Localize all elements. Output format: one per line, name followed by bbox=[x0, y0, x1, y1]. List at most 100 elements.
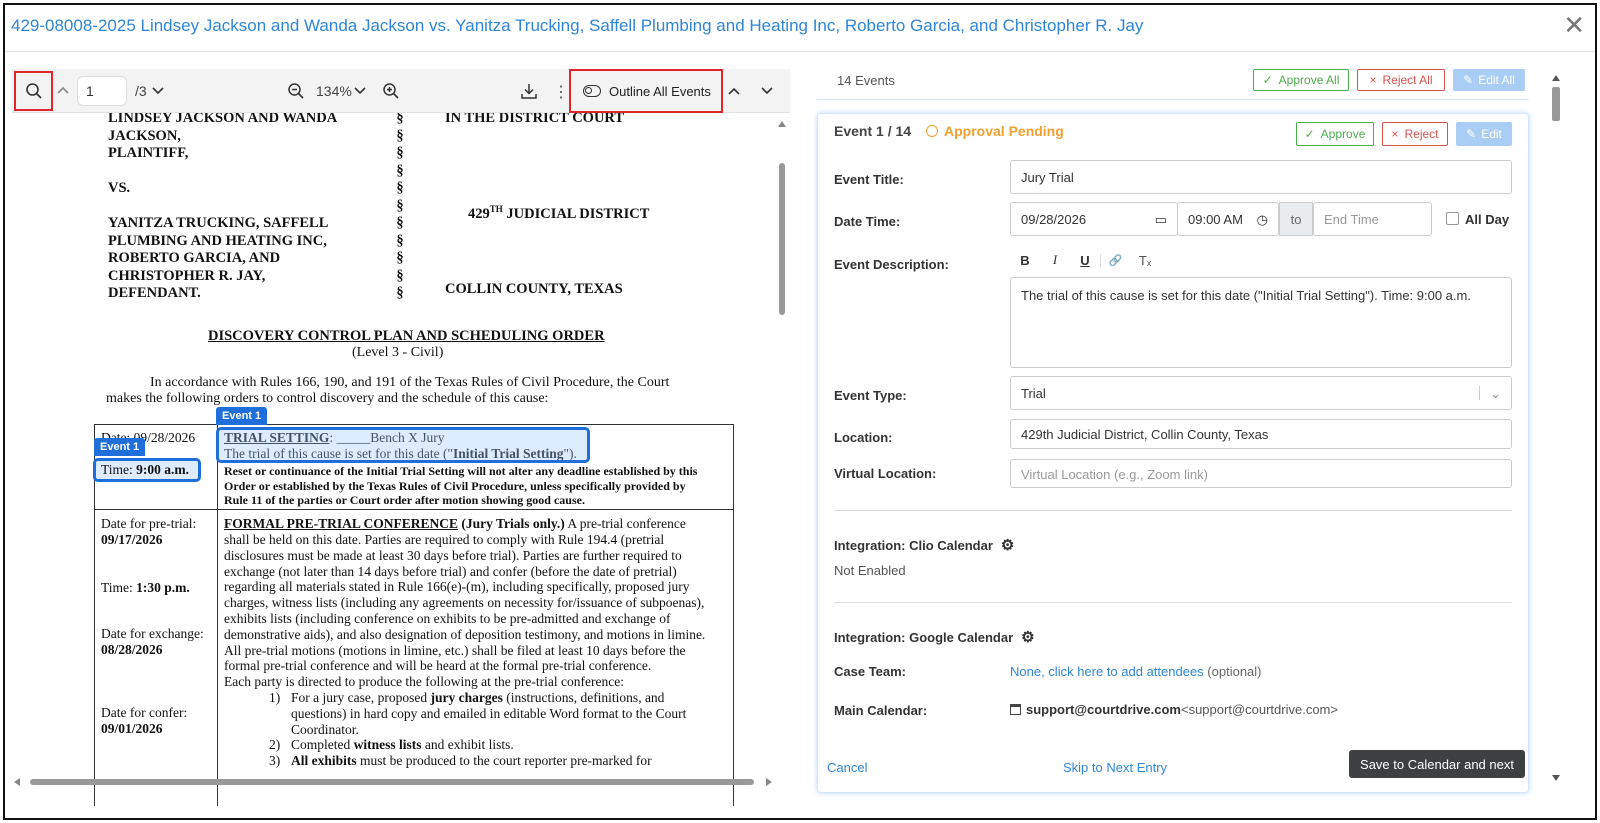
to-label: to bbox=[1279, 202, 1313, 236]
next-event-icon[interactable] bbox=[760, 84, 774, 103]
trial-time: Time: 9:00 a.m. bbox=[101, 462, 190, 477]
previous-event-icon[interactable] bbox=[727, 84, 741, 103]
all-day-label: All Day bbox=[1465, 212, 1510, 227]
outline-all-events-toggle[interactable]: Outline All Events bbox=[569, 69, 723, 113]
chevron-down-icon[interactable] bbox=[151, 84, 165, 103]
search-icon[interactable] bbox=[14, 71, 53, 111]
underline-icon[interactable]: U bbox=[1070, 253, 1100, 268]
event-type-label: Event Type: bbox=[834, 388, 907, 403]
case-team-label: Case Team: bbox=[834, 664, 907, 679]
pretrial-line: shall be held on this date. Parties are … bbox=[224, 532, 665, 547]
calendar-icon bbox=[1010, 704, 1021, 715]
pdf-page: LINDSEY JACKSON AND WANDA JACKSON, PLAINTI… bbox=[12, 113, 774, 806]
gear-icon[interactable]: ⚙ bbox=[1001, 536, 1014, 554]
pdf-horizontal-scrollbar[interactable] bbox=[12, 775, 774, 789]
list-text: questions) in hard copy and emailed in e… bbox=[291, 705, 687, 721]
chevron-up-icon[interactable] bbox=[56, 83, 70, 102]
divider bbox=[834, 602, 1512, 603]
event-1-tag: Event 1 bbox=[216, 407, 268, 425]
main-calendar-value: support@courtdrive.com <support@courtdri… bbox=[1010, 702, 1338, 717]
case-team-value: None, click here to add attendees (optio… bbox=[1010, 664, 1262, 679]
list-number: 1) bbox=[269, 690, 281, 705]
all-day-checkbox[interactable] bbox=[1446, 212, 1459, 225]
case-title: 429-08008-2025 Lindsey Jackson and Wanda… bbox=[11, 16, 1144, 35]
intro-line-1: In accordance with Rules 166, 190, and 1… bbox=[150, 375, 670, 390]
reset-continuance-text: Reset or continuance of the Initial Tria… bbox=[224, 464, 697, 508]
section-symbol: § bbox=[396, 232, 404, 249]
pdf-viewer: 1 /3 134% ⋮ Outline All Events LINDSEY J… bbox=[12, 69, 790, 817]
gear-icon[interactable]: ⚙ bbox=[1021, 628, 1034, 646]
chevron-down-icon[interactable] bbox=[353, 84, 367, 103]
event-1-highlight-description[interactable] bbox=[216, 427, 590, 463]
x-icon: × bbox=[1391, 127, 1399, 141]
pencil-icon: ✎ bbox=[1466, 127, 1477, 141]
table-right-border bbox=[733, 424, 734, 806]
more-vertical-icon[interactable]: ⋮ bbox=[553, 82, 569, 102]
date-input[interactable]: 09/28/2026 ▭ bbox=[1010, 202, 1178, 236]
cancel-link[interactable]: Cancel bbox=[827, 760, 867, 775]
clock-icon: ◷ bbox=[1256, 212, 1268, 227]
edit-button[interactable]: ✎ Edit bbox=[1456, 122, 1512, 146]
bold-icon[interactable]: B bbox=[1010, 253, 1040, 268]
page-number-input[interactable]: 1 bbox=[77, 76, 127, 106]
table-row-divider bbox=[94, 509, 734, 510]
pretrial-line: exhibits lists (including conference on … bbox=[224, 610, 671, 626]
event-type-select[interactable]: Trial ⌄ bbox=[1010, 376, 1512, 410]
approve-button[interactable]: ✓ Approve bbox=[1296, 122, 1374, 146]
toggle-icon bbox=[583, 85, 601, 97]
edit-all-button[interactable]: ✎ Edit All bbox=[1453, 69, 1525, 91]
reset-line: Reset or continuance of the Initial Tria… bbox=[224, 464, 698, 478]
reset-line: Order or established by the Texas Rules … bbox=[224, 478, 686, 493]
caption-line: JACKSON, bbox=[108, 127, 181, 144]
time-input[interactable]: 09:00 AM ◷ bbox=[1177, 202, 1279, 236]
events-count: 14 Events bbox=[837, 73, 895, 88]
event-review-modal: 429-08008-2025 Lindsey Jackson and Wanda… bbox=[3, 3, 1597, 820]
skip-to-next-entry-link[interactable]: Skip to Next Entry bbox=[1063, 760, 1167, 775]
italic-icon[interactable]: I bbox=[1040, 252, 1070, 268]
close-icon[interactable]: ✕ bbox=[1563, 12, 1585, 38]
clio-status: Not Enabled bbox=[834, 563, 906, 578]
section-symbol: § bbox=[396, 127, 404, 144]
section-symbol: § bbox=[396, 285, 404, 301]
pdf-vertical-scrollbar[interactable] bbox=[774, 113, 790, 779]
event-title-input[interactable]: Jury Trial bbox=[1010, 160, 1512, 194]
caption-line: ROBERTO GARCIA, AND bbox=[108, 250, 281, 266]
section-symbol: § bbox=[396, 215, 404, 231]
panel-footer: Cancel Skip to Next Entry Save to Calend… bbox=[795, 743, 1565, 797]
table-top-border bbox=[94, 424, 734, 425]
main-calendar-label: Main Calendar: bbox=[834, 703, 928, 718]
virtual-location-input[interactable]: Virtual Location (e.g., Zoom link) bbox=[1010, 459, 1512, 488]
download-icon[interactable] bbox=[520, 82, 538, 105]
case-caption-parties: LINDSEY JACKSON AND WANDA JACKSON, PLAINTI… bbox=[108, 113, 337, 303]
check-icon: ✓ bbox=[1262, 73, 1273, 87]
date-time-label: Date Time: bbox=[834, 214, 901, 229]
panel-vertical-scrollbar[interactable] bbox=[1549, 71, 1563, 787]
reject-all-button[interactable]: × Reject All bbox=[1357, 69, 1445, 91]
pdf-toolbar: 1 /3 134% ⋮ Outline All Events bbox=[12, 69, 790, 113]
zoom-out-icon[interactable] bbox=[287, 82, 305, 105]
location-input[interactable]: 429th Judicial District, Collin County, … bbox=[1010, 419, 1512, 449]
x-icon: × bbox=[1369, 73, 1377, 87]
end-time-input[interactable]: End Time bbox=[1313, 202, 1432, 236]
clear-format-icon[interactable]: Tₓ bbox=[1130, 253, 1160, 268]
caption-line: VS. bbox=[108, 180, 131, 196]
intro-line-2: makes the following orders to control di… bbox=[106, 391, 549, 406]
pretrial-time: Time: 1:30 p.m. bbox=[101, 580, 190, 595]
pretrial-date: Date for pre-trial: 09/17/2026 bbox=[101, 516, 197, 547]
calendar-icon: ▭ bbox=[1154, 212, 1167, 227]
list-text: For a jury case, proposed jury charges (… bbox=[291, 690, 665, 705]
table-column-divider bbox=[217, 424, 218, 806]
list-number: 3) bbox=[269, 753, 281, 769]
caption-line bbox=[108, 198, 337, 216]
event-description-textarea[interactable]: The trial of this cause is set for this … bbox=[1010, 277, 1512, 368]
chevron-down-icon: ⌄ bbox=[1479, 386, 1501, 401]
zoom-in-icon[interactable] bbox=[382, 82, 400, 105]
pretrial-line: charges, witness lists (including any ag… bbox=[224, 595, 705, 611]
divider bbox=[834, 510, 1512, 511]
zoom-level[interactable]: 134% bbox=[316, 83, 352, 99]
link-icon[interactable]: 🔗 bbox=[1100, 253, 1130, 267]
approve-all-button[interactable]: ✓ Approve All bbox=[1253, 69, 1349, 91]
save-to-calendar-button[interactable]: Save to Calendar and next bbox=[1349, 750, 1525, 778]
reject-button[interactable]: × Reject bbox=[1382, 122, 1448, 146]
add-attendees-link[interactable]: None, click here to add attendees bbox=[1010, 664, 1204, 679]
